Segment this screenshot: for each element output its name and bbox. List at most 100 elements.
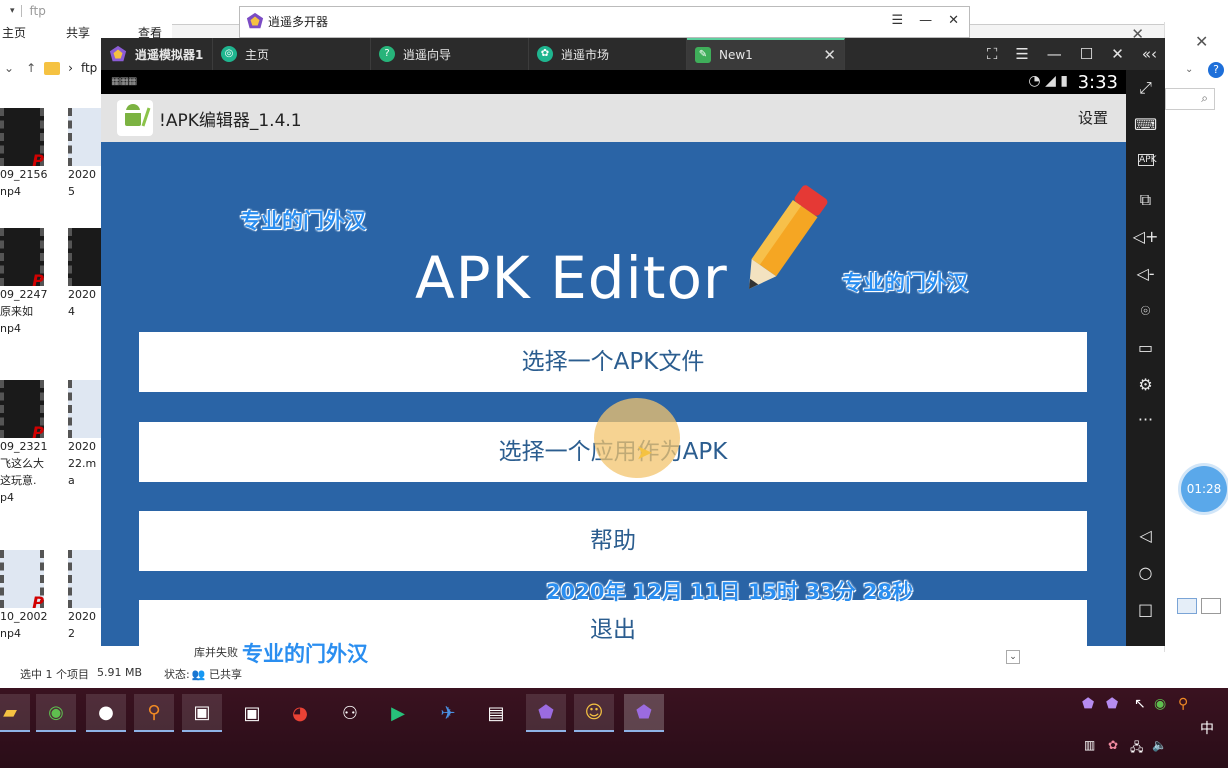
- taskbar-obs[interactable]: ●: [86, 694, 126, 732]
- more-icon[interactable]: ···: [1126, 410, 1165, 429]
- select-apk-file-button[interactable]: 选择一个APK文件: [139, 332, 1087, 392]
- taskbar-xiaoyao[interactable]: ⬟: [526, 694, 566, 732]
- ime-indicator[interactable]: 中: [1200, 718, 1214, 738]
- monitor-icon: ▤: [487, 702, 505, 724]
- menu-icon[interactable]: ☰: [891, 13, 903, 28]
- explorer-status-bar: 选中 1 个项目 5.91 MB 状态: 👥 已共享: [20, 666, 242, 682]
- player-logo-icon: P: [32, 423, 44, 442]
- taskbar-xiaoyao-multi[interactable]: ⬟: [624, 694, 664, 732]
- taskbar-ftp[interactable]: ☺: [574, 694, 614, 732]
- breadcrumb-separator-icon: ›: [68, 61, 73, 75]
- window-icon: ▣: [193, 701, 211, 723]
- ftp-icon: ☺: [584, 701, 604, 723]
- mouse-cursor-icon: ↖: [1134, 696, 1146, 712]
- scroll-down-icon[interactable]: ⌄: [1006, 650, 1020, 664]
- play-icon: ▶: [391, 702, 405, 724]
- tab-share[interactable]: 共享: [52, 24, 108, 46]
- menu-icon[interactable]: ☰: [1015, 45, 1028, 63]
- taskbar-feishu[interactable]: ✈: [428, 694, 468, 732]
- taskbar-app[interactable]: ▣: [232, 694, 272, 732]
- tray-app-icon[interactable]: ✿: [1108, 738, 1118, 752]
- volume-icon[interactable]: 🔈: [1152, 738, 1167, 752]
- details-view-icon[interactable]: [1177, 598, 1197, 614]
- shared-status: 👥 已共享: [191, 668, 242, 681]
- recording-timer[interactable]: 01:28: [1181, 466, 1227, 512]
- address-bar[interactable]: ⌄ ↑ › ftp: [0, 56, 110, 80]
- up-arrow-icon[interactable]: ↑: [22, 61, 36, 75]
- tray-action-center-icon[interactable]: ▥: [1084, 738, 1095, 752]
- collapse-sidebar-icon[interactable]: «‹: [1142, 45, 1157, 63]
- volume-down-icon[interactable]: ◁-: [1126, 264, 1165, 283]
- settings-menu[interactable]: 设置: [1078, 107, 1108, 128]
- keyboard-icon[interactable]: ⌨: [1126, 115, 1165, 134]
- tab-new1[interactable]: ✎ New1 ✕: [687, 38, 845, 70]
- watermark-text: 专业的门外汉: [242, 642, 368, 666]
- fullscreen-icon[interactable]: ⤢: [1126, 78, 1165, 98]
- file-item[interactable]: P 09_2321 飞这么大 这玩意. p4: [0, 380, 48, 506]
- maximize-icon[interactable]: ☐: [1080, 45, 1093, 63]
- tray-xiaoyao-icon[interactable]: ⬟: [1082, 696, 1094, 712]
- location-icon[interactable]: ⌾: [1126, 301, 1165, 321]
- tray-search-icon[interactable]: ⚲: [1178, 696, 1188, 712]
- window-controls: ☰ — ✕: [891, 13, 959, 28]
- taskbar-chrome[interactable]: ◕: [280, 694, 320, 732]
- close-icon[interactable]: ✕: [948, 13, 959, 28]
- tab-guide[interactable]: ? 逍遥向导: [371, 38, 529, 70]
- apk-icon[interactable]: APK: [1138, 154, 1157, 166]
- search-input[interactable]: ⌕: [1165, 88, 1215, 110]
- thumbnail-view-icon[interactable]: [1201, 598, 1221, 614]
- tab-market[interactable]: ✿ 逍遥市场: [529, 38, 687, 70]
- watermark-text: 专业的门外汉: [240, 209, 366, 233]
- tray-xiaoyao-icon[interactable]: ⬟: [1106, 696, 1118, 712]
- help-button[interactable]: 帮助: [139, 511, 1087, 571]
- taskbar-explorer[interactable]: ▰: [0, 694, 30, 732]
- state-label: 状态:: [164, 668, 190, 681]
- multi-window-icon[interactable]: ⧉: [1126, 190, 1165, 210]
- volume-up-icon[interactable]: ◁+: [1126, 227, 1165, 246]
- settings-icon[interactable]: ⚙: [1126, 375, 1165, 394]
- taskbar-monitor[interactable]: ▤: [476, 694, 516, 732]
- close-icon[interactable]: ✕: [1195, 32, 1208, 51]
- recent-apps-icon[interactable]: □: [1126, 600, 1165, 619]
- file-item[interactable]: P 10_2002 np4: [0, 550, 48, 642]
- xiaoyao-logo-icon: ⬟: [636, 701, 652, 723]
- taskbar-search-tool[interactable]: ⚲: [134, 694, 174, 732]
- folder-icon[interactable]: ▭: [1126, 338, 1165, 357]
- apk-editor-app-icon: [117, 100, 153, 136]
- tray-globe-icon[interactable]: ◉: [1154, 696, 1166, 712]
- emulator-window-controls: ⛶ ☰ — ☐ ✕ «‹: [987, 38, 1157, 70]
- network-icon[interactable]: 🖧: [1130, 738, 1143, 759]
- screenshot-icon[interactable]: ⛶: [987, 45, 998, 63]
- emulator-tab-bar: 逍遥模拟器1 ◎ 主页 ? 逍遥向导 ✿ 逍遥市场 ✎ New1 ✕ ⛶ ☰ —…: [101, 38, 1165, 70]
- emulator-sidebar: ⤢ ⌨ APK ⧉ ◁+ ◁- ⌾ ▭ ⚙ ··· ◁ ○ □: [1126, 70, 1165, 646]
- multi-opener-window: 逍遥多开器 ☰ — ✕: [239, 6, 970, 38]
- search-icon: ⌕: [1201, 91, 1208, 105]
- globe-icon: ◉: [48, 701, 64, 723]
- video-thumbnail: P: [0, 228, 44, 290]
- close-tab-icon[interactable]: ✕: [823, 46, 836, 64]
- quick-access-dropdown-icon[interactable]: ▾: [10, 6, 15, 16]
- chevron-down-icon[interactable]: ⌄: [1185, 64, 1193, 75]
- background-window-right: ✕ ⌄ ? ⌕: [1164, 22, 1228, 652]
- guide-tab-icon: ?: [379, 46, 395, 62]
- taskbar-player[interactable]: ▶: [378, 694, 418, 732]
- minimize-icon[interactable]: —: [1047, 45, 1062, 63]
- back-icon[interactable]: ◁: [1126, 526, 1165, 545]
- help-icon[interactable]: ?: [1208, 62, 1224, 78]
- app-title: !APK编辑器_1.4.1: [159, 111, 302, 131]
- chevron-down-icon[interactable]: ⌄: [0, 61, 14, 75]
- xiaoyao-logo-icon: [246, 12, 264, 29]
- taskbar-ie[interactable]: ◉: [36, 694, 76, 732]
- tab-emulator-instance[interactable]: 逍遥模拟器1: [101, 38, 213, 70]
- home-icon[interactable]: ○: [1126, 563, 1165, 582]
- file-item[interactable]: P 09_2156 np4: [0, 108, 48, 200]
- address-text[interactable]: ftp: [81, 61, 97, 75]
- taskbar-window[interactable]: ▣: [182, 694, 222, 732]
- taskbar-network[interactable]: ⚇: [330, 694, 370, 732]
- close-icon[interactable]: ✕: [1111, 45, 1124, 63]
- player-logo-icon: P: [32, 271, 44, 290]
- file-item[interactable]: P 09_2247 原来如 np4: [0, 228, 48, 337]
- minimize-icon[interactable]: —: [919, 13, 932, 28]
- tab-home[interactable]: ◎ 主页: [213, 38, 371, 70]
- tab-home[interactable]: 主页: [0, 24, 52, 46]
